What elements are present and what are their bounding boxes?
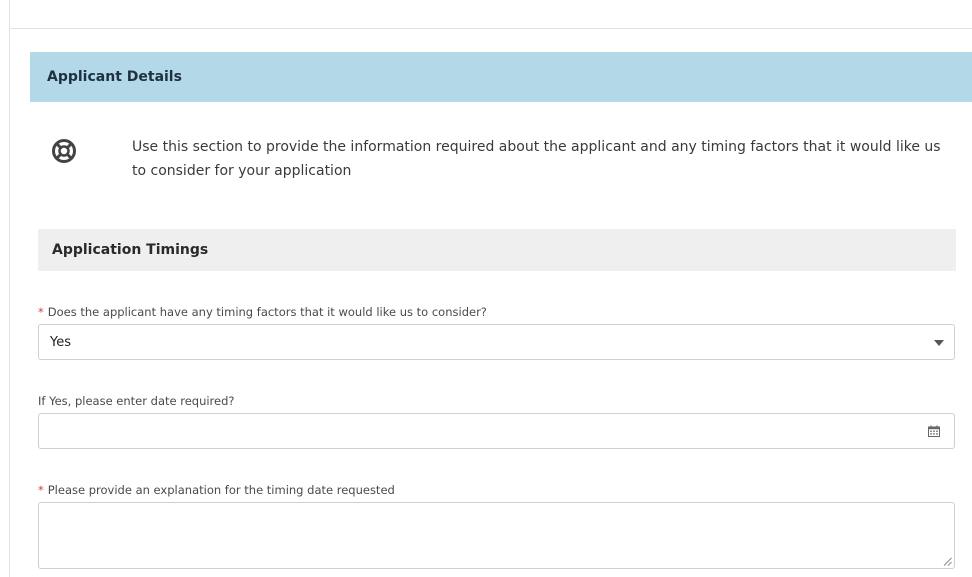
timing-factors-label: * Does the applicant have any timing fact… [38, 305, 487, 319]
timing-factors-value: Yes [50, 334, 71, 350]
date-required-label: If Yes, please enter date required? [38, 394, 235, 408]
subsection-header: Application Timings [38, 229, 956, 271]
section-title: Applicant Details [47, 69, 182, 85]
timing-factors-select[interactable]: Yes [38, 324, 955, 360]
help-text: Use this section to provide the informat… [132, 139, 941, 179]
chevron-down-icon[interactable] [934, 340, 944, 346]
subsection-title: Application Timings [52, 242, 209, 258]
date-required-field[interactable] [38, 413, 955, 449]
help-panel: Use this section to provide the informat… [30, 126, 972, 196]
page-left-border [9, 0, 10, 577]
date-required-label-text: If Yes, please enter date required? [38, 394, 235, 408]
timing-factors-label-text: Does the applicant have any timing facto… [47, 305, 487, 319]
page-top-divider [10, 28, 972, 29]
explanation-label-text: Please provide an explanation for the ti… [47, 483, 395, 497]
explanation-field[interactable] [38, 502, 955, 569]
lifebuoy-icon [52, 139, 76, 163]
date-required-input[interactable] [39, 414, 919, 448]
explanation-label: * Please provide an explanation for the t… [38, 483, 395, 497]
calendar-icon[interactable] [928, 425, 940, 437]
section-header: Applicant Details [30, 52, 972, 102]
explanation-textarea[interactable] [39, 503, 954, 568]
resize-handle-icon[interactable] [943, 557, 952, 566]
required-marker: * [38, 305, 44, 319]
required-marker: * [38, 483, 44, 497]
